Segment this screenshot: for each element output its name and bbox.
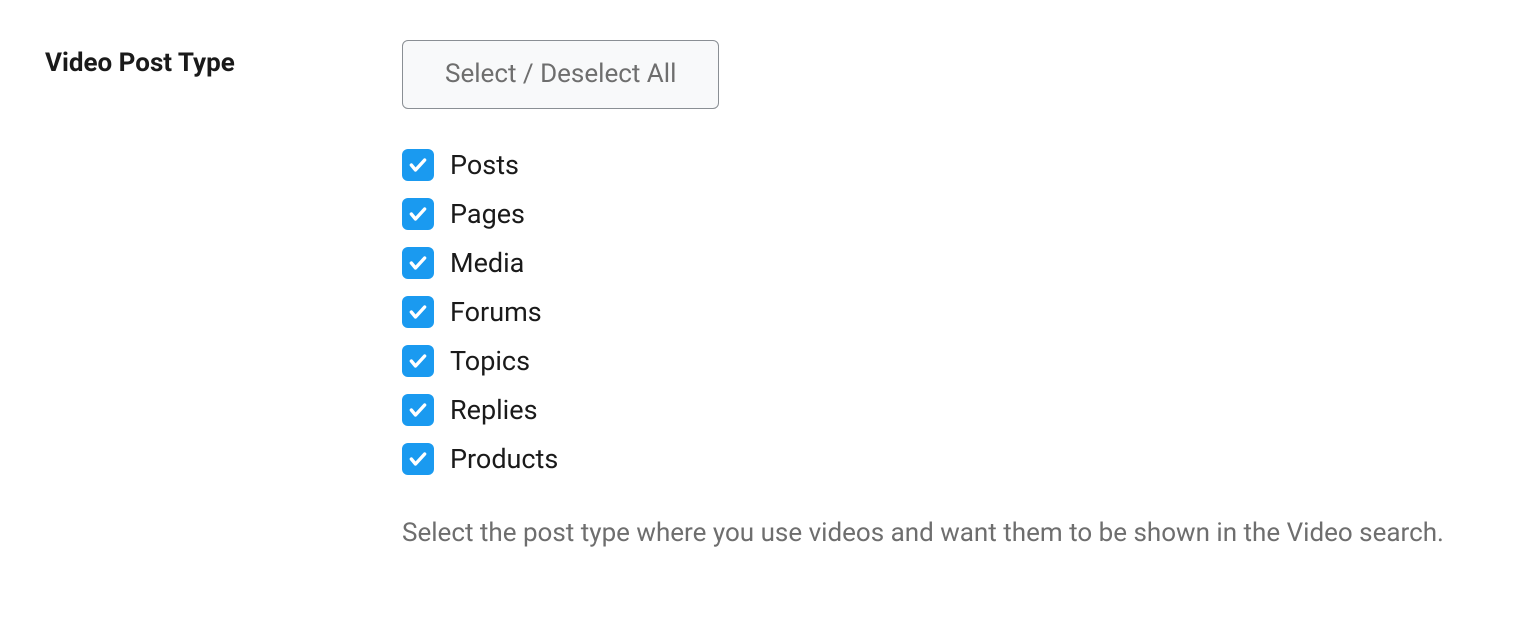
checkbox-item-posts[interactable]: Posts	[402, 149, 1452, 181]
checkbox-item-forums[interactable]: Forums	[402, 296, 1452, 328]
checkbox-item-replies[interactable]: Replies	[402, 394, 1452, 426]
checkbox-label: Replies	[450, 397, 538, 424]
checkbox-label: Posts	[450, 152, 519, 179]
section-label: Video Post Type	[45, 40, 402, 78]
checkbox-item-topics[interactable]: Topics	[402, 345, 1452, 377]
select-deselect-all-button[interactable]: Select / Deselect All	[402, 40, 719, 109]
check-icon	[402, 198, 434, 230]
section-description: Select the post type where you use video…	[402, 513, 1452, 553]
check-icon	[402, 345, 434, 377]
checkbox-label: Pages	[450, 201, 525, 228]
section-content: Select / Deselect All Posts Pages	[402, 40, 1452, 553]
checkbox-label: Media	[450, 250, 524, 277]
checkbox-item-pages[interactable]: Pages	[402, 198, 1452, 230]
check-icon	[402, 296, 434, 328]
checkbox-item-products[interactable]: Products	[402, 443, 1452, 475]
checkbox-label: Topics	[450, 348, 530, 375]
checkbox-item-media[interactable]: Media	[402, 247, 1452, 279]
check-icon	[402, 443, 434, 475]
check-icon	[402, 394, 434, 426]
check-icon	[402, 149, 434, 181]
check-icon	[402, 247, 434, 279]
checkbox-label: Products	[450, 446, 558, 473]
video-post-type-row: Video Post Type Select / Deselect All Po…	[45, 40, 1477, 553]
checkbox-list: Posts Pages Media	[402, 149, 1452, 475]
checkbox-label: Forums	[450, 299, 542, 326]
